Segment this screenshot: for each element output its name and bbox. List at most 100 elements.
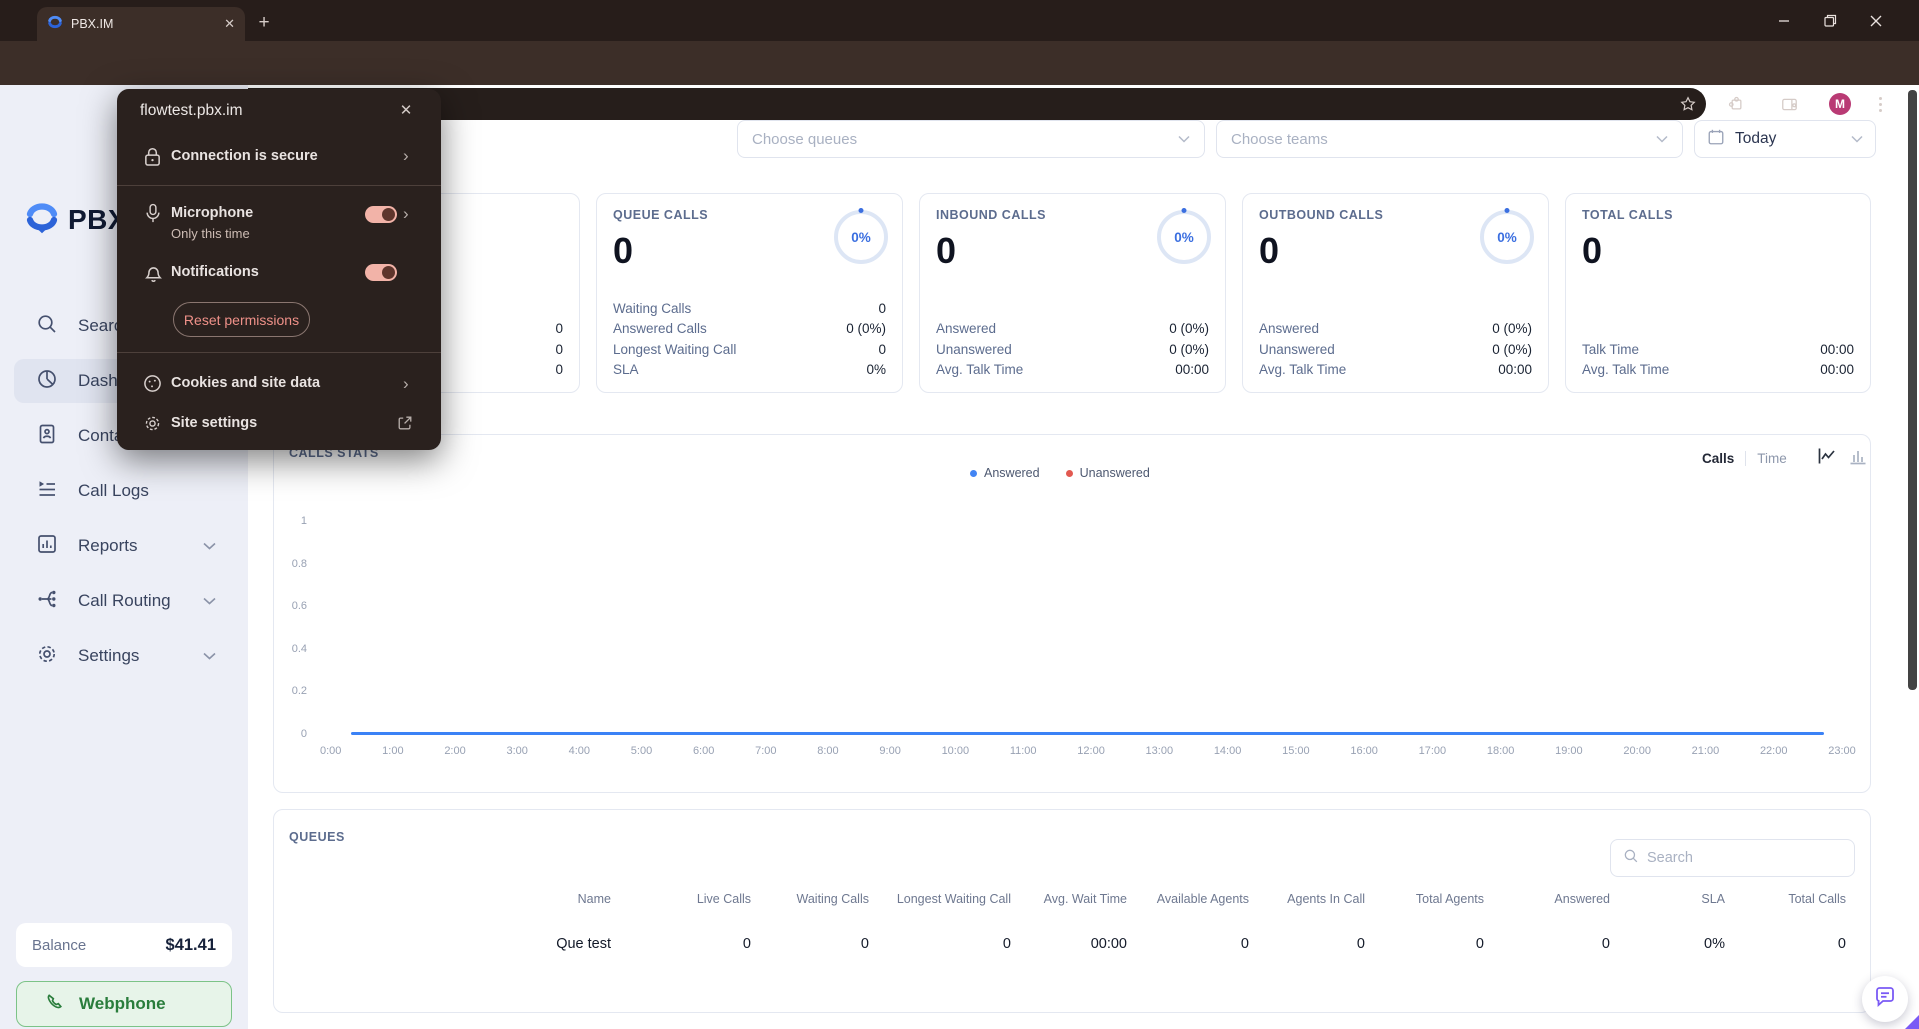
side-panel-icon[interactable] [1777, 92, 1801, 116]
card-rows: Talk Time00:00Avg. Talk Time00:00 [1582, 339, 1854, 380]
search-input[interactable] [1647, 850, 1817, 866]
profile-avatar[interactable]: M [1829, 93, 1851, 115]
corner-accent [1905, 1015, 1919, 1029]
date-range-select[interactable]: Today [1694, 120, 1876, 158]
table-cell: 0% [1610, 936, 1725, 952]
connection-secure-row[interactable]: Connection is secure [171, 148, 318, 164]
close-icon[interactable]: ✕ [393, 97, 419, 123]
card-row-value: 00:00 [1820, 342, 1854, 357]
card-row-value: 0 [555, 321, 563, 336]
external-link-icon [397, 415, 413, 436]
x-tick-label: 3:00 [506, 745, 527, 757]
x-tick-label: 19:00 [1555, 745, 1583, 757]
extensions-icon[interactable] [1724, 92, 1748, 116]
line-chart-icon[interactable] [1817, 446, 1837, 471]
ring-value: 0% [851, 230, 871, 245]
scrollbar-thumb[interactable] [1908, 90, 1917, 690]
new-tab-button[interactable]: + [252, 12, 276, 36]
x-tick-label: 18:00 [1487, 745, 1515, 757]
tab-close-icon[interactable]: ✕ [224, 16, 235, 32]
divider [1745, 451, 1746, 466]
chevron-right-icon[interactable]: › [403, 146, 409, 166]
card-row: Avg. Talk Time00:00 [1259, 360, 1532, 381]
browser-tab[interactable]: PBX.IM ✕ [37, 7, 245, 41]
card-row-value: 0 (0%) [1169, 342, 1209, 357]
queues-search[interactable] [1610, 839, 1855, 877]
x-tick-label: 17:00 [1419, 745, 1447, 757]
card-row-value: 0 [878, 342, 886, 357]
column-header: Agents In Call [1249, 892, 1365, 906]
table-cell: 0 [611, 936, 751, 952]
window-minimize-button[interactable] [1761, 0, 1807, 41]
pbx-logo-icon [24, 199, 60, 240]
cookies-row[interactable]: Cookies and site data [171, 375, 320, 391]
queues-table-header: NameLive CallsWaiting CallsLongest Waiti… [280, 892, 1846, 906]
chevron-right-icon[interactable]: › [403, 374, 409, 394]
browser-menu-icon[interactable] [1869, 93, 1891, 115]
choose-queues-select[interactable]: Choose queues [737, 120, 1205, 158]
column-header: Waiting Calls [751, 892, 869, 906]
x-tick-label: 1:00 [382, 745, 403, 757]
bar-chart-icon[interactable] [1848, 446, 1868, 471]
page: PBX.IM ✕ + flowtest.pbx.im/dashboard M P… [0, 0, 1919, 1029]
tab-time[interactable]: Time [1757, 451, 1787, 466]
divider [117, 352, 441, 353]
tab-calls[interactable]: Calls [1702, 451, 1734, 466]
microphone-toggle[interactable] [365, 206, 397, 223]
balance-card: Balance $41.41 [16, 923, 232, 967]
sidebar-item-reports[interactable]: Reports [14, 524, 234, 568]
window-restore-button[interactable] [1807, 0, 1853, 41]
app-logo[interactable]: PBX [24, 199, 127, 240]
chevron-down-icon [203, 537, 216, 555]
tab-title: PBX.IM [71, 17, 216, 31]
card-row-value: 0 (0%) [1492, 342, 1532, 357]
window-close-button[interactable] [1853, 0, 1899, 41]
legend-unanswered[interactable]: Unanswered [1066, 466, 1150, 480]
column-header: Available Agents [1127, 892, 1249, 906]
progress-ring: 0% [1157, 210, 1211, 264]
x-tick-label: 14:00 [1214, 745, 1242, 757]
card-row-value: 0% [866, 362, 886, 377]
site-settings-row[interactable]: Site settings [171, 415, 257, 431]
card-row: Answered Calls0 (0%) [613, 319, 886, 340]
call-routing-icon [36, 588, 58, 615]
card-rows: Answered0 (0%) Unanswered 0 (0%) Avg. Talk … [1259, 319, 1532, 381]
card-row-label: Unanswered [936, 342, 1012, 357]
card-row: Answered0 (0%) [1259, 319, 1532, 340]
bookmark-star-icon[interactable] [1676, 92, 1700, 116]
card-row-label: Answered [1259, 321, 1319, 336]
site-info-popup: flowtest.pbx.im ✕ Connection is secure ›… [117, 89, 441, 450]
column-header: Name [280, 892, 611, 906]
choose-teams-select[interactable]: Choose teams [1216, 120, 1683, 158]
reset-permissions-button[interactable]: Reset permissions [173, 302, 310, 337]
x-tick-label: 13:00 [1146, 745, 1174, 757]
card-row-value: 00:00 [1175, 362, 1209, 377]
notifications-toggle[interactable] [365, 264, 397, 281]
column-header: Live Calls [611, 892, 751, 906]
table-cell: 0 [869, 936, 1011, 952]
legend-answered[interactable]: Answered [970, 466, 1040, 480]
chevron-right-icon[interactable]: › [403, 204, 409, 224]
choose-teams-placeholder: Choose teams [1231, 131, 1328, 148]
webphone-button[interactable]: Webphone [16, 981, 232, 1027]
divider [117, 185, 441, 186]
chat-launcher-button[interactable] [1862, 976, 1908, 1022]
x-tick-label: 6:00 [693, 745, 714, 757]
table-cell: 0 [1725, 936, 1846, 952]
dashboard-icon [36, 368, 58, 395]
card-row-label: Unanswered [1259, 342, 1335, 357]
sidebar-item-call-routing[interactable]: Call Routing [14, 579, 234, 623]
card-rows: Waiting Calls0Answered Calls0 (0%)Longes… [613, 298, 886, 380]
sidebar-item-settings[interactable]: Settings [14, 634, 234, 678]
card-row-label: Avg. Talk Time [936, 362, 1023, 377]
microphone-icon [144, 203, 162, 230]
site-settings-gear-icon [143, 414, 162, 438]
x-tick-label: 23:00 [1828, 745, 1856, 757]
card-big-value: 0 [1582, 230, 1854, 272]
notifications-label[interactable]: Notifications [171, 264, 259, 280]
sidebar-item-call-logs[interactable]: Call Logs [14, 469, 234, 513]
balance-label: Balance [32, 937, 86, 954]
card-row-label: Answered Calls [613, 321, 707, 336]
column-header: Avg. Wait Time [1011, 892, 1127, 906]
microphone-label[interactable]: Microphone [171, 205, 253, 221]
